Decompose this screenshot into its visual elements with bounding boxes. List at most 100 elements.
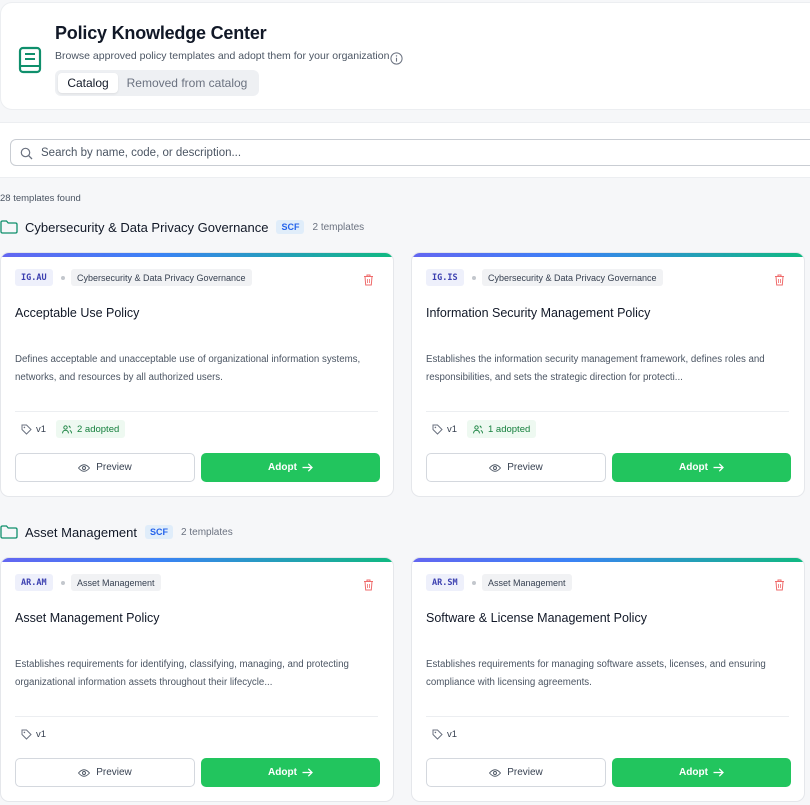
tag-icon (432, 729, 443, 740)
section-header-asset-management: Asset Management SCF 2 templates (0, 522, 233, 542)
preview-button[interactable]: Preview (15, 453, 195, 482)
category-badge: Asset Management (71, 574, 161, 591)
section-count: 2 templates (181, 526, 233, 538)
eye-icon (78, 768, 91, 777)
search-box (10, 139, 810, 166)
section-title: Cybersecurity & Data Privacy Governance (25, 219, 269, 235)
arrow-right-icon (302, 768, 313, 777)
card-title: Acceptable Use Policy (15, 306, 140, 320)
code-badge: IG.AU (15, 269, 53, 286)
card-description: Establishes requirements for identifying… (15, 659, 349, 688)
users-icon (473, 424, 483, 433)
section-title: Asset Management (25, 524, 138, 540)
code-badge: IG.IS (426, 269, 464, 286)
info-icon[interactable] (390, 52, 403, 65)
adopted-text: 1 adopted (488, 423, 531, 435)
template-card: IG.AU Cybersecurity & Data Privacy Gover… (0, 252, 394, 497)
scf-badge: SCF (145, 525, 174, 539)
page-header: Policy Knowledge Center Browse approved … (0, 2, 810, 110)
template-card: AR.AM Asset Management Asset Management … (0, 557, 394, 802)
version-text: v1 (447, 424, 458, 435)
version-label: v1 (21, 424, 46, 435)
adopt-button[interactable]: Adopt (612, 758, 791, 787)
trash-icon[interactable] (774, 274, 785, 286)
arrow-right-icon (713, 768, 724, 777)
divider (426, 716, 789, 717)
search-icon (20, 147, 33, 160)
card-description: Establishes the information security man… (426, 354, 765, 383)
trash-icon[interactable] (363, 579, 374, 591)
card-description: Defines acceptable and unacceptable use … (15, 354, 361, 383)
arrow-right-icon (302, 463, 313, 472)
preview-label: Preview (507, 462, 543, 473)
template-card: AR.SM Asset Management Software & Licens… (411, 557, 805, 802)
code-badge: AR.SM (426, 574, 464, 591)
card-title: Asset Management Policy (15, 611, 160, 625)
separator-dot (472, 276, 476, 280)
adopted-badge: 1 adopted (467, 420, 537, 438)
search-input[interactable] (41, 144, 801, 162)
separator-dot (472, 581, 476, 585)
adopted-badge: 2 adopted (56, 420, 126, 438)
adopt-label: Adopt (679, 767, 708, 778)
version-text: v1 (36, 424, 47, 435)
search-bar (0, 122, 810, 178)
adopt-button[interactable]: Adopt (201, 758, 380, 787)
divider (15, 716, 378, 717)
card-title: Information Security Management Policy (426, 306, 651, 320)
users-icon (62, 424, 72, 433)
adopt-button[interactable]: Adopt (201, 453, 380, 482)
category-badge: Cybersecurity & Data Privacy Governance (71, 269, 252, 286)
version-text: v1 (447, 729, 458, 740)
section-header-cybersecurity: Cybersecurity & Data Privacy Governance … (0, 217, 364, 237)
card-title: Software & License Management Policy (426, 611, 647, 625)
card-accent-bar (412, 558, 804, 562)
scf-badge: SCF (276, 220, 305, 234)
preview-label: Preview (96, 767, 132, 778)
results-count: 28 templates found (0, 193, 81, 204)
folder-icon (0, 220, 18, 234)
card-accent-bar (412, 253, 804, 257)
arrow-right-icon (713, 463, 724, 472)
trash-icon[interactable] (774, 579, 785, 591)
adopted-text: 2 adopted (77, 423, 120, 435)
adopt-label: Adopt (679, 462, 708, 473)
section-count: 2 templates (312, 221, 365, 233)
category-badge: Asset Management (482, 574, 572, 591)
version-label: v1 (432, 729, 457, 740)
preview-button[interactable]: Preview (15, 758, 195, 787)
preview-label: Preview (96, 462, 132, 473)
card-accent-bar (1, 253, 393, 257)
eye-icon (78, 463, 91, 472)
trash-icon[interactable] (363, 274, 374, 286)
version-text: v1 (36, 729, 47, 740)
preview-label: Preview (507, 767, 543, 778)
card-accent-bar (1, 558, 393, 562)
category-badge: Cybersecurity & Data Privacy Governance (482, 269, 663, 286)
card-description: Establishes requirements for managing so… (426, 659, 766, 688)
tag-icon (432, 424, 443, 435)
tab-catalog[interactable]: Catalog (58, 73, 118, 93)
divider (15, 411, 378, 412)
folder-icon (0, 525, 18, 539)
eye-icon (489, 768, 502, 777)
separator-dot (61, 276, 65, 280)
eye-icon (489, 463, 502, 472)
book-icon (18, 46, 42, 74)
tab-removed-from-catalog[interactable]: Removed from catalog (118, 73, 256, 93)
preview-button[interactable]: Preview (426, 453, 606, 482)
adopt-label: Adopt (268, 767, 297, 778)
code-badge: AR.AM (15, 574, 53, 591)
version-label: v1 (21, 729, 46, 740)
adopt-label: Adopt (268, 462, 297, 473)
template-card: IG.IS Cybersecurity & Data Privacy Gover… (411, 252, 805, 497)
tag-icon (21, 424, 32, 435)
page-title: Policy Knowledge Center (55, 23, 267, 43)
separator-dot (61, 581, 65, 585)
tag-icon (21, 729, 32, 740)
adopt-button[interactable]: Adopt (612, 453, 791, 482)
divider (426, 411, 789, 412)
page-subtitle: Browse approved policy templates and ado… (55, 50, 390, 62)
version-label: v1 (432, 424, 457, 435)
preview-button[interactable]: Preview (426, 758, 606, 787)
